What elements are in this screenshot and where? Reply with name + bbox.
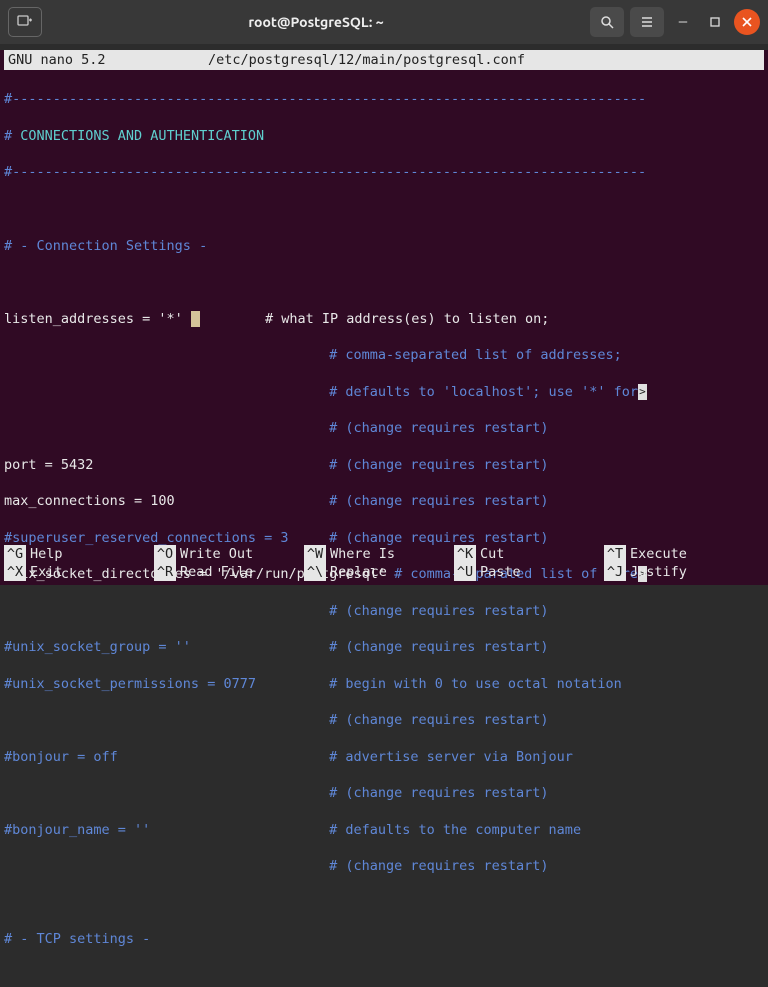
shortcut-readfile[interactable]: ^RRead File bbox=[154, 563, 304, 581]
config-line: #unix_socket_group = '' # (change requir… bbox=[4, 638, 764, 656]
terminal-plus-icon bbox=[17, 14, 33, 30]
config-line: port = 5432 # (change requires restart) bbox=[4, 456, 764, 474]
search-button[interactable] bbox=[590, 7, 624, 37]
shortcut-whereis[interactable]: ^WWhere Is bbox=[304, 545, 454, 563]
window-title: root@PostgreSQL: ~ bbox=[48, 14, 584, 30]
config-line: #---------------------------------------… bbox=[4, 163, 764, 181]
shortcut-justify[interactable]: ^JJustify bbox=[604, 563, 754, 581]
shortcut-help[interactable]: ^GHelp bbox=[4, 545, 154, 563]
shortcut-replace[interactable]: ^\Replace bbox=[304, 563, 454, 581]
config-line bbox=[4, 894, 764, 912]
config-line: # (change requires restart) bbox=[4, 711, 764, 729]
config-line bbox=[4, 273, 764, 291]
config-line bbox=[4, 200, 764, 218]
config-line: #---------------------------------------… bbox=[4, 90, 764, 108]
shortcut-bar: ^GHelp ^OWrite Out ^WWhere Is ^KCut ^TEx… bbox=[4, 545, 764, 581]
config-line: #unix_socket_permissions = 0777 # begin … bbox=[4, 675, 764, 693]
editor-content[interactable]: #---------------------------------------… bbox=[0, 70, 768, 987]
hamburger-icon bbox=[640, 15, 654, 29]
config-line: listen_addresses = '*' # what IP address… bbox=[4, 310, 764, 328]
new-tab-button[interactable] bbox=[8, 7, 42, 37]
minimize-button[interactable]: – bbox=[670, 9, 696, 35]
nano-file-path: /etc/postgresql/12/main/postgresql.conf bbox=[208, 51, 760, 69]
shortcut-execute[interactable]: ^TExecute bbox=[604, 545, 754, 563]
config-line: # comma-separated list of addresses; bbox=[4, 346, 764, 364]
shortcut-cut[interactable]: ^KCut bbox=[454, 545, 604, 563]
nano-header: GNU nano 5.2 /etc/postgresql/12/main/pos… bbox=[4, 50, 764, 70]
config-line: # CONNECTIONS AND AUTHENTICATION bbox=[4, 127, 764, 145]
maximize-icon bbox=[710, 17, 720, 27]
config-line: #bonjour = off # advertise server via Bo… bbox=[4, 748, 764, 766]
terminal[interactable]: GNU nano 5.2 /etc/postgresql/12/main/pos… bbox=[0, 50, 768, 585]
shortcut-exit[interactable]: ^XExit bbox=[4, 563, 154, 581]
config-line: max_connections = 100 # (change requires… bbox=[4, 492, 764, 510]
config-line: # (change requires restart) bbox=[4, 857, 764, 875]
config-line: # defaults to 'localhost'; use '*' for> bbox=[4, 383, 764, 401]
config-line: # (change requires restart) bbox=[4, 419, 764, 437]
maximize-button[interactable] bbox=[702, 9, 728, 35]
config-line: #bonjour_name = '' # defaults to the com… bbox=[4, 821, 764, 839]
nano-app-name: GNU nano 5.2 bbox=[8, 51, 208, 69]
cursor bbox=[191, 311, 200, 327]
shortcut-writeout[interactable]: ^OWrite Out bbox=[154, 545, 304, 563]
close-icon bbox=[742, 17, 752, 27]
config-line: # (change requires restart) bbox=[4, 602, 764, 620]
minimize-icon: – bbox=[679, 14, 687, 30]
titlebar: root@PostgreSQL: ~ – bbox=[0, 0, 768, 44]
search-icon bbox=[600, 15, 614, 29]
menu-button[interactable] bbox=[630, 7, 664, 37]
truncation-marker: > bbox=[638, 384, 647, 400]
close-button[interactable] bbox=[734, 9, 760, 35]
shortcut-paste[interactable]: ^UPaste bbox=[454, 563, 604, 581]
config-line: # - Connection Settings - bbox=[4, 237, 764, 255]
config-line: # (change requires restart) bbox=[4, 784, 764, 802]
config-line: # - TCP settings - bbox=[4, 930, 764, 948]
